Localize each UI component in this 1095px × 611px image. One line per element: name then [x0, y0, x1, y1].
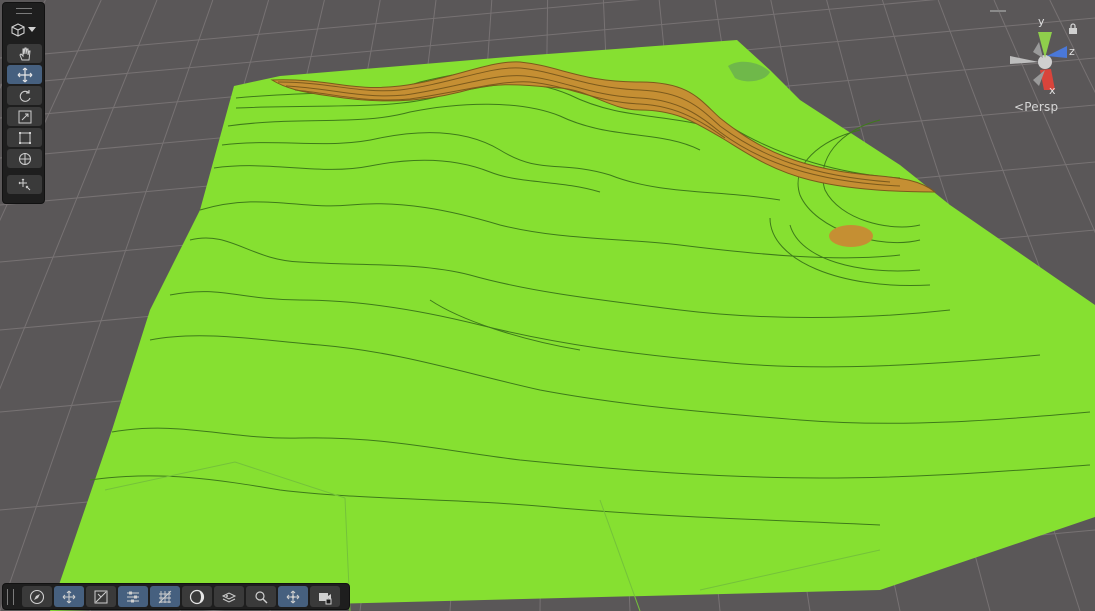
rect-transform-icon — [18, 131, 31, 144]
settings-overlay-button[interactable] — [118, 586, 148, 607]
chevron-down-icon — [28, 27, 36, 32]
search-icon — [255, 590, 268, 603]
move-overlay-button[interactable] — [54, 586, 84, 607]
scale-tool-button[interactable] — [7, 107, 42, 126]
sliders-icon — [127, 591, 139, 602]
gizmo-x-label: x — [1049, 84, 1056, 97]
toolbar-grip[interactable] — [15, 8, 32, 14]
gizmo-z-label: z — [1069, 45, 1075, 58]
rect-tool-button[interactable] — [7, 128, 42, 147]
layers-overlay-button[interactable] — [214, 586, 244, 607]
move-arrows-icon — [17, 67, 32, 82]
back-chevron-icon: < — [1014, 100, 1025, 114]
perspective-toggle[interactable]: <Persp — [1014, 100, 1058, 114]
orientation-overlay-button[interactable] — [22, 586, 52, 607]
hand-icon — [18, 47, 31, 60]
compass-icon — [29, 589, 45, 604]
gizmo-neg-x-cone[interactable] — [1010, 56, 1039, 64]
shading-icon — [189, 589, 205, 604]
snap-overlay-button[interactable] — [86, 586, 116, 607]
shading-overlay-button[interactable] — [182, 586, 212, 607]
grid-icon — [158, 590, 172, 603]
snap-icon — [94, 590, 108, 603]
custom-tool-icon — [18, 178, 30, 190]
tools-overlay — [2, 2, 45, 204]
transform-tool-button[interactable] — [7, 149, 42, 168]
gizmo-z-axis[interactable] — [1047, 46, 1067, 58]
lock-icon[interactable] — [1068, 20, 1078, 39]
perspective-label: Persp — [1024, 100, 1059, 114]
scene-overlays-toolbar — [2, 583, 350, 610]
arrows-icon — [286, 590, 300, 603]
rotate-tool-button[interactable] — [7, 86, 42, 105]
scene-canvas[interactable] — [0, 0, 1095, 611]
cube-icon — [11, 23, 25, 37]
move-icon — [62, 590, 76, 603]
arrows-overlay-button[interactable] — [278, 586, 308, 607]
view-options-dropdown[interactable] — [7, 20, 40, 40]
view-tool-button[interactable] — [7, 44, 42, 63]
move-tool-button[interactable] — [7, 65, 42, 84]
layers-icon — [221, 591, 237, 603]
terrain-patch — [829, 225, 873, 247]
scene-viewport[interactable]: y z x <Persp — [0, 0, 1095, 611]
camera-overlay-button[interactable] — [310, 586, 340, 607]
gizmo-y-label: y — [1038, 15, 1045, 28]
camera-icon — [319, 592, 332, 604]
search-overlay-button[interactable] — [246, 586, 276, 607]
scene-drag-handle[interactable] — [990, 10, 1006, 12]
toolbar-grip[interactable] — [7, 588, 14, 605]
custom-tool-button[interactable] — [7, 175, 42, 194]
rotate-icon — [19, 89, 31, 102]
grid-overlay-button[interactable] — [150, 586, 180, 607]
scale-icon — [18, 110, 31, 123]
transform-icon — [18, 152, 31, 165]
